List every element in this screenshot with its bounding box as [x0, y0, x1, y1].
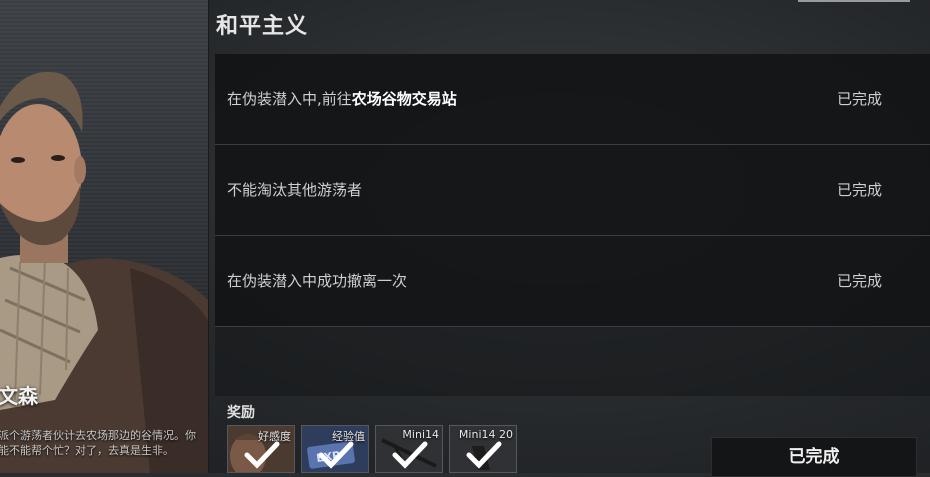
check-icon — [244, 441, 280, 469]
task-row: 在伪装潜入中成功撤离一次 已完成 — [215, 236, 930, 327]
check-icon — [318, 441, 354, 469]
reward-mini14-magazine[interactable]: Mini14 20 — [449, 425, 517, 473]
reward-favor[interactable]: 好感度 — [227, 425, 295, 473]
task-text: 不能淘汰其他游荡者 — [227, 181, 363, 199]
task-status: 已完成 — [836, 181, 882, 199]
npc-name: 文森 — [0, 384, 38, 408]
task-status: 已完成 — [836, 90, 882, 108]
task-status: 已完成 — [836, 272, 882, 290]
rewards-label: 奖励 — [227, 405, 255, 421]
task-text: 在伪装潜入中成功撤离一次 — [227, 272, 408, 290]
task-row: 不能淘汰其他游荡者 已完成 — [215, 145, 930, 236]
npc-portrait-panel: 文森 派个游荡者伙计去农场那边的谷情况。你能不能帮个忙？对了，去真是生非。 — [0, 0, 209, 473]
task-description: 在伪装潜入中,前往农场谷物交易站 — [227, 88, 457, 109]
reward-exp[interactable]: EXP 经验值 — [301, 425, 369, 473]
complete-button[interactable]: 已完成 — [711, 437, 917, 477]
check-icon — [466, 441, 502, 469]
task-list: 在伪装潜入中,前往农场谷物交易站 已完成 不能淘汰其他游荡者 已完成 在伪装潜入… — [215, 54, 930, 396]
task-text: 在伪装潜入中,前往 — [227, 90, 352, 108]
task-description: 在伪装潜入中成功撤离一次 — [227, 270, 407, 291]
reward-mini14[interactable]: Mini14 — [375, 425, 443, 473]
task-description: 不能淘汰其他游荡者 — [227, 179, 362, 200]
npc-description: 派个游荡者伙计去农场那边的谷情况。你能不能帮个忙？对了，去真是生非。 — [0, 429, 196, 457]
mission-title: 和平主义 — [216, 14, 309, 39]
task-row: 在伪装潜入中,前往农场谷物交易站 已完成 — [215, 54, 930, 145]
top-tab-indicator — [798, 0, 910, 2]
task-location-highlight: 农场谷物交易站 — [351, 90, 457, 108]
check-icon — [392, 441, 428, 469]
